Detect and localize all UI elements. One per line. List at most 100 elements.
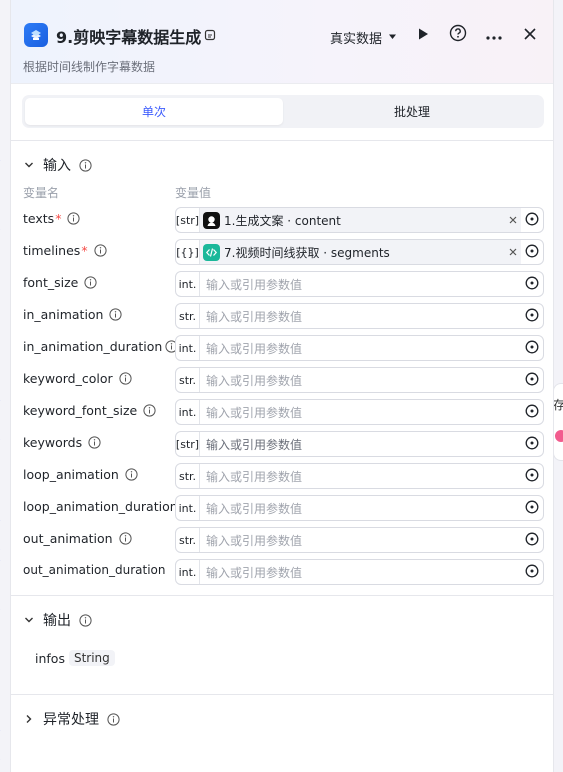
info-icon[interactable] bbox=[143, 404, 156, 417]
info-icon[interactable] bbox=[79, 158, 92, 172]
divider bbox=[11, 140, 553, 141]
input-row-label: in_animation bbox=[23, 307, 123, 322]
variable-picker-button[interactable] bbox=[521, 432, 543, 456]
output-section-title: 输出 bbox=[43, 613, 71, 629]
variable-picker-button[interactable] bbox=[521, 336, 543, 360]
input-row-font-size: font_size int. 输入或引用参数值 bbox=[11, 271, 553, 297]
ai-avatar-icon bbox=[203, 211, 220, 229]
variable-picker-button[interactable] bbox=[521, 400, 543, 424]
type-badge[interactable]: str. bbox=[176, 464, 200, 488]
info-icon[interactable] bbox=[88, 436, 101, 449]
info-icon[interactable] bbox=[118, 532, 132, 545]
target-icon bbox=[525, 243, 539, 262]
info-icon[interactable] bbox=[125, 468, 138, 481]
node-plugin-icon bbox=[24, 23, 48, 47]
variable-picker-button[interactable] bbox=[521, 528, 543, 552]
type-badge[interactable]: str. bbox=[176, 528, 200, 552]
node-title[interactable]: 9.剪映字幕数据生成 bbox=[56, 24, 201, 48]
node-description[interactable]: 根据时间线制作字幕数据 bbox=[23, 58, 155, 75]
data-mode-dropdown[interactable]: 真实数据 bbox=[330, 28, 397, 47]
input-row-out-animation-duration: out_animation_duration int. 输入或引用参数值 bbox=[11, 559, 553, 585]
clear-reference-button[interactable] bbox=[505, 240, 521, 264]
title-edit-icon[interactable] bbox=[203, 28, 216, 41]
target-icon bbox=[525, 467, 539, 486]
value-input[interactable]: 输入或引用参数值 bbox=[200, 272, 521, 296]
variable-value-field[interactable]: int. 输入或引用参数值 bbox=[175, 335, 544, 361]
input-row-keyword-color: keyword_color str. 输入或引用参数值 bbox=[11, 367, 553, 393]
variable-value-field[interactable]: int. 输入或引用参数值 bbox=[175, 559, 544, 585]
variable-value-field[interactable]: [{}] 7.视频时间线获取 · segments bbox=[175, 239, 544, 265]
variable-picker-button[interactable] bbox=[521, 496, 543, 520]
value-input[interactable]: 输入或引用参数值 bbox=[200, 400, 521, 424]
type-badge[interactable]: int. bbox=[176, 496, 200, 520]
reference-chip[interactable]: 7.视频时间线获取 · segments bbox=[200, 240, 505, 264]
input-section-header[interactable]: 输入 bbox=[23, 155, 92, 175]
tab-single[interactable]: 单次 bbox=[25, 98, 283, 125]
target-icon bbox=[525, 307, 539, 326]
variable-value-field[interactable]: int. 输入或引用参数值 bbox=[175, 271, 544, 297]
variable-value-field[interactable]: int. 输入或引用参数值 bbox=[175, 495, 544, 521]
target-icon bbox=[525, 499, 539, 518]
type-badge[interactable]: str. bbox=[176, 304, 200, 328]
value-input[interactable]: 输入或引用参数值 bbox=[200, 560, 521, 584]
value-input[interactable]: 输入或引用参数值 bbox=[200, 368, 521, 392]
target-icon bbox=[525, 275, 539, 294]
variable-value-field[interactable]: str. 输入或引用参数值 bbox=[175, 463, 544, 489]
variable-value-field[interactable]: [str] 1.生成文案 · content bbox=[175, 207, 544, 233]
reference-chip[interactable]: 1.生成文案 · content bbox=[200, 208, 505, 232]
exception-section-header[interactable]: 异常处理 bbox=[23, 709, 120, 729]
info-icon[interactable] bbox=[84, 276, 97, 289]
value-input[interactable]: 输入或引用参数值 bbox=[200, 304, 521, 328]
input-row-label: in_animation_duration bbox=[23, 339, 178, 354]
type-badge[interactable]: int. bbox=[176, 272, 200, 296]
canvas-adjacent-node[interactable] bbox=[553, 383, 563, 461]
variable-picker-button[interactable] bbox=[521, 560, 543, 584]
variable-picker-button[interactable] bbox=[521, 368, 543, 392]
output-section-header[interactable]: 输出 bbox=[23, 610, 92, 630]
info-icon[interactable] bbox=[109, 308, 123, 321]
variable-picker-button[interactable] bbox=[521, 208, 543, 232]
type-badge[interactable]: [str] bbox=[176, 432, 200, 456]
info-icon[interactable] bbox=[107, 712, 120, 726]
target-icon bbox=[525, 371, 539, 390]
value-input[interactable]: 输入或引用参数值 bbox=[200, 464, 521, 488]
info-icon[interactable] bbox=[79, 613, 92, 627]
value-input[interactable]: 输入或引用参数值 bbox=[200, 432, 521, 456]
variable-value-field[interactable]: int. 输入或引用参数值 bbox=[175, 399, 544, 425]
variable-picker-button[interactable] bbox=[521, 464, 543, 488]
close-icon bbox=[523, 26, 537, 45]
close-button[interactable] bbox=[519, 24, 541, 46]
clear-reference-button[interactable] bbox=[505, 208, 521, 232]
type-badge[interactable]: int. bbox=[176, 560, 200, 584]
target-icon bbox=[525, 563, 539, 582]
more-button[interactable] bbox=[483, 24, 505, 46]
type-badge[interactable]: [str] bbox=[176, 208, 200, 232]
variable-value-field[interactable]: [str] 输入或引用参数值 bbox=[175, 431, 544, 457]
run-button[interactable] bbox=[412, 24, 434, 46]
chevron-down-icon bbox=[23, 614, 35, 626]
chevron-right-icon bbox=[23, 713, 35, 725]
type-badge[interactable]: str. bbox=[176, 368, 200, 392]
value-input[interactable]: 输入或引用参数值 bbox=[200, 496, 521, 520]
info-icon[interactable] bbox=[93, 244, 107, 257]
tab-batch[interactable]: 批处理 bbox=[283, 98, 541, 125]
type-badge[interactable]: int. bbox=[176, 336, 200, 360]
value-input[interactable]: 输入或引用参数值 bbox=[200, 336, 521, 360]
input-row-keywords: keywords [str] 输入或引用参数值 bbox=[11, 431, 553, 457]
info-icon[interactable] bbox=[67, 212, 81, 225]
type-badge[interactable]: [{}] bbox=[176, 240, 200, 264]
help-button[interactable] bbox=[447, 24, 469, 46]
variable-value-field[interactable]: str. 输入或引用参数值 bbox=[175, 303, 544, 329]
input-row-label: out_animation_duration bbox=[23, 563, 165, 577]
info-icon[interactable] bbox=[119, 372, 132, 385]
canvas-connection-line bbox=[0, 160, 8, 230]
variable-picker-button[interactable] bbox=[521, 304, 543, 328]
type-badge[interactable]: int. bbox=[176, 400, 200, 424]
variable-picker-button[interactable] bbox=[521, 272, 543, 296]
variable-value-field[interactable]: str. 输入或引用参数值 bbox=[175, 527, 544, 553]
variable-value-field[interactable]: str. 输入或引用参数值 bbox=[175, 367, 544, 393]
value-input[interactable]: 输入或引用参数值 bbox=[200, 528, 521, 552]
input-row-loop-animation-duration: loop_animation_duration int. 输入或引用参数值 bbox=[11, 495, 553, 521]
data-mode-label: 真实数据 bbox=[330, 32, 383, 47]
variable-picker-button[interactable] bbox=[521, 240, 543, 264]
